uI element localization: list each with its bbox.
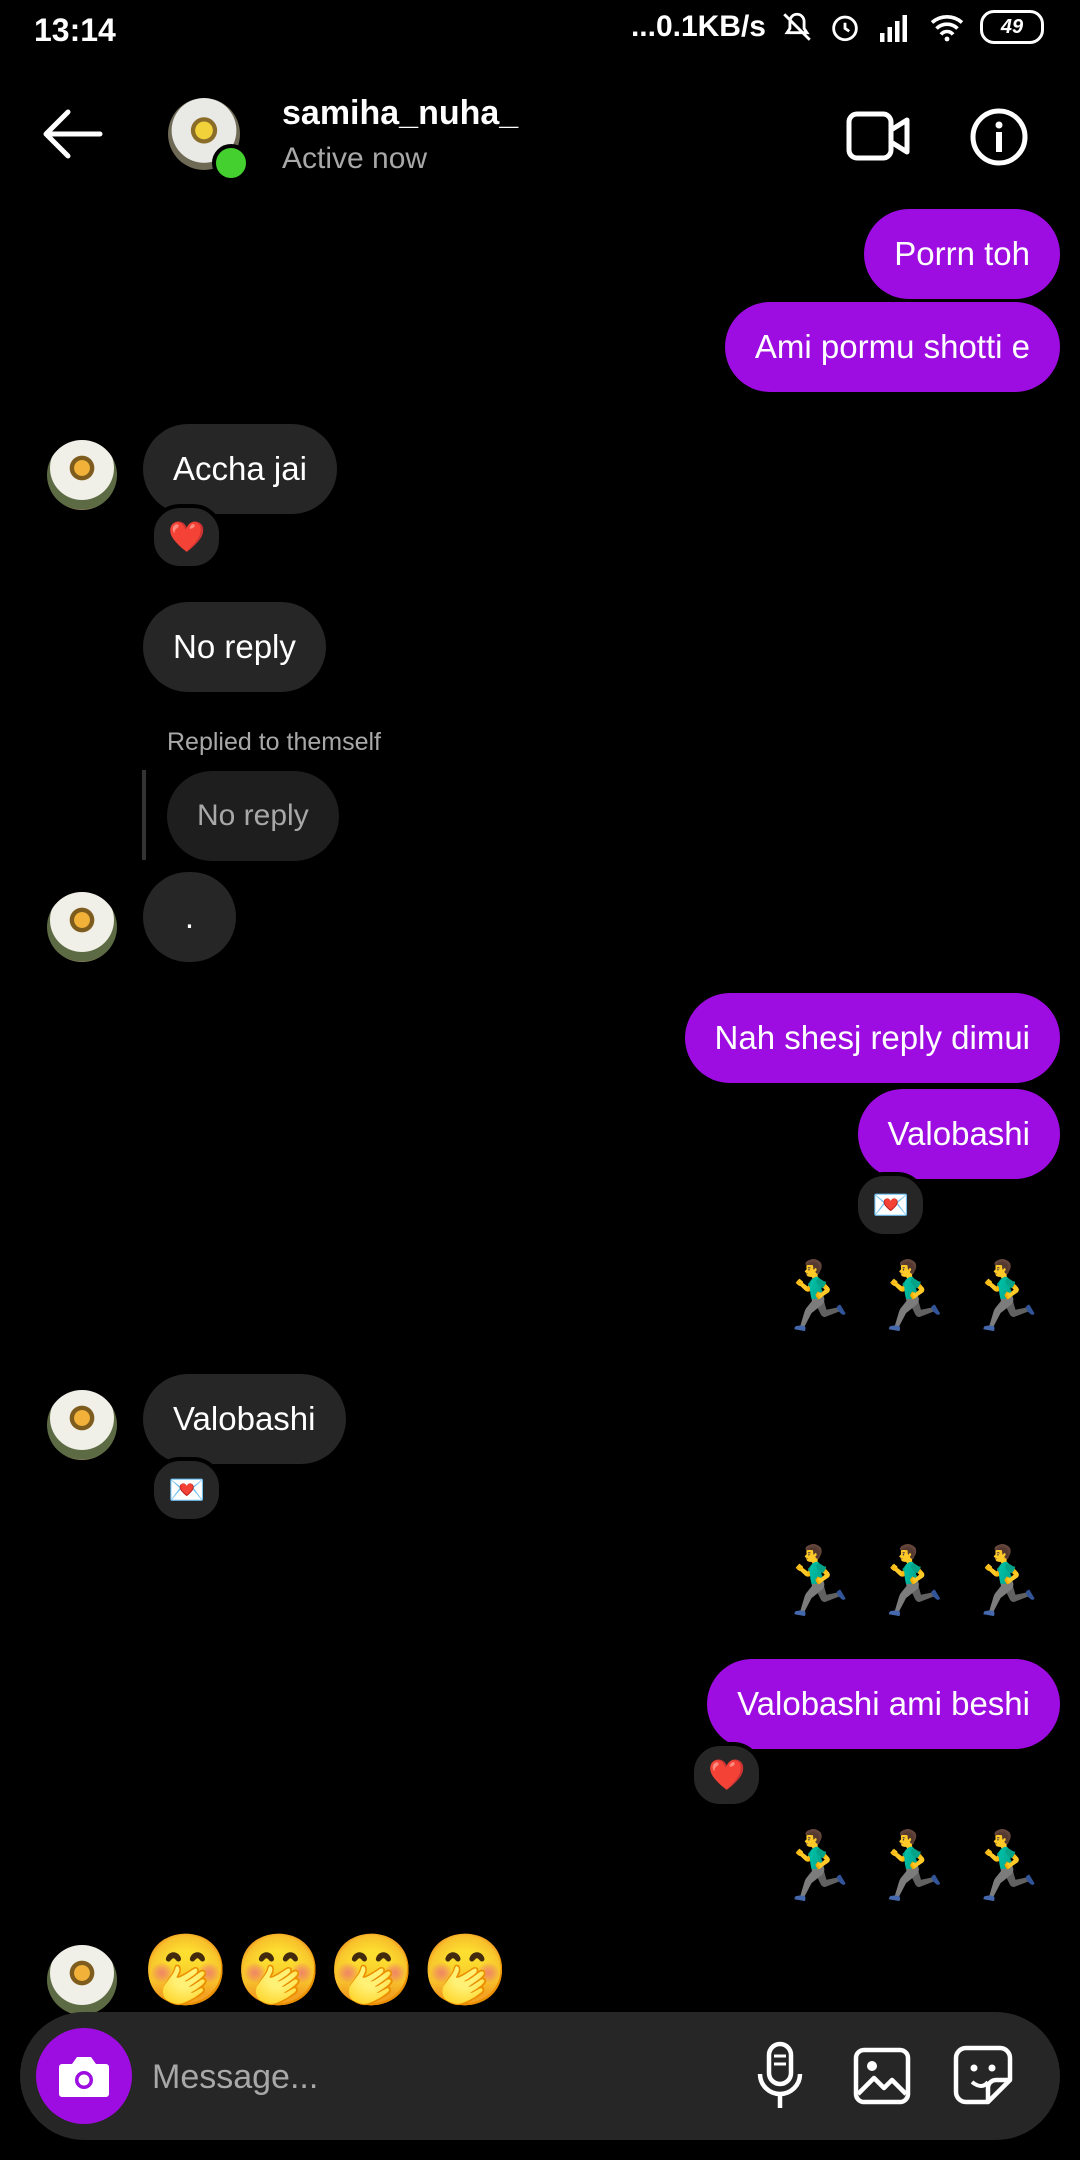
quoted-message[interactable]: No reply [167,771,339,861]
microphone-icon[interactable] [752,2040,808,2112]
emoji-message[interactable]: 🏃‍♂️🏃‍♂️🏃‍♂️ [774,1256,1058,1336]
sender-avatar[interactable] [47,1390,117,1460]
sent-message[interactable]: Valobashi [857,1089,1060,1179]
received-message[interactable]: Valobashi [143,1374,346,1464]
reaction-heart[interactable]: ❤️ [690,1742,764,1808]
camera-icon [59,2057,109,2097]
contact-status: Active now [282,142,428,175]
emoji-message[interactable]: 🏃‍♂️🏃‍♂️🏃‍♂️ [774,1826,1058,1906]
camera-button[interactable] [36,2028,132,2124]
gallery-icon[interactable] [852,2046,912,2106]
contact-username[interactable]: samiha_nuha_ [282,94,518,133]
reaction-love-letter[interactable]: 💌 [854,1172,928,1238]
received-message[interactable]: No reply [143,602,326,692]
reaction-heart[interactable]: ❤️ [150,504,224,570]
sender-avatar[interactable] [47,440,117,510]
back-arrow-icon[interactable] [40,108,104,160]
sent-message[interactable]: Ami pormu shotti e [724,302,1060,392]
signal-icon [880,15,907,42]
status-time: 13:14 [34,12,116,48]
online-indicator [212,144,250,182]
sent-message[interactable]: Porrn toh [864,209,1060,299]
emoji-message[interactable]: 🤭🤭🤭🤭 [142,1930,515,2012]
received-message[interactable]: Accha jai [143,424,337,514]
emoji-message[interactable]: 🏃‍♂️🏃‍♂️🏃‍♂️ [774,1541,1058,1621]
sender-avatar[interactable] [47,892,117,962]
message-input[interactable] [150,2048,714,2106]
received-message[interactable]: . [143,872,236,962]
reaction-love-letter[interactable]: 💌 [150,1457,224,1523]
video-call-icon[interactable] [846,108,910,164]
sender-avatar[interactable] [47,1945,117,2015]
wifi-icon [930,15,964,42]
sticker-icon[interactable] [952,2044,1014,2106]
sent-message[interactable]: Nah shesj reply dimui [684,993,1060,1083]
alarm-icon [832,15,858,42]
network-speed: ...0.1KB/s [630,10,766,43]
replied-label: Replied to themself [167,728,382,756]
info-icon[interactable] [970,108,1028,166]
battery-icon: 49 [980,10,1044,44]
reply-indicator-line [142,770,146,860]
sent-message[interactable]: Valobashi ami beshi [707,1659,1060,1749]
mute-bell-icon [783,12,811,41]
status-indicators: ...0.1KB/s 49 [631,10,1044,44]
